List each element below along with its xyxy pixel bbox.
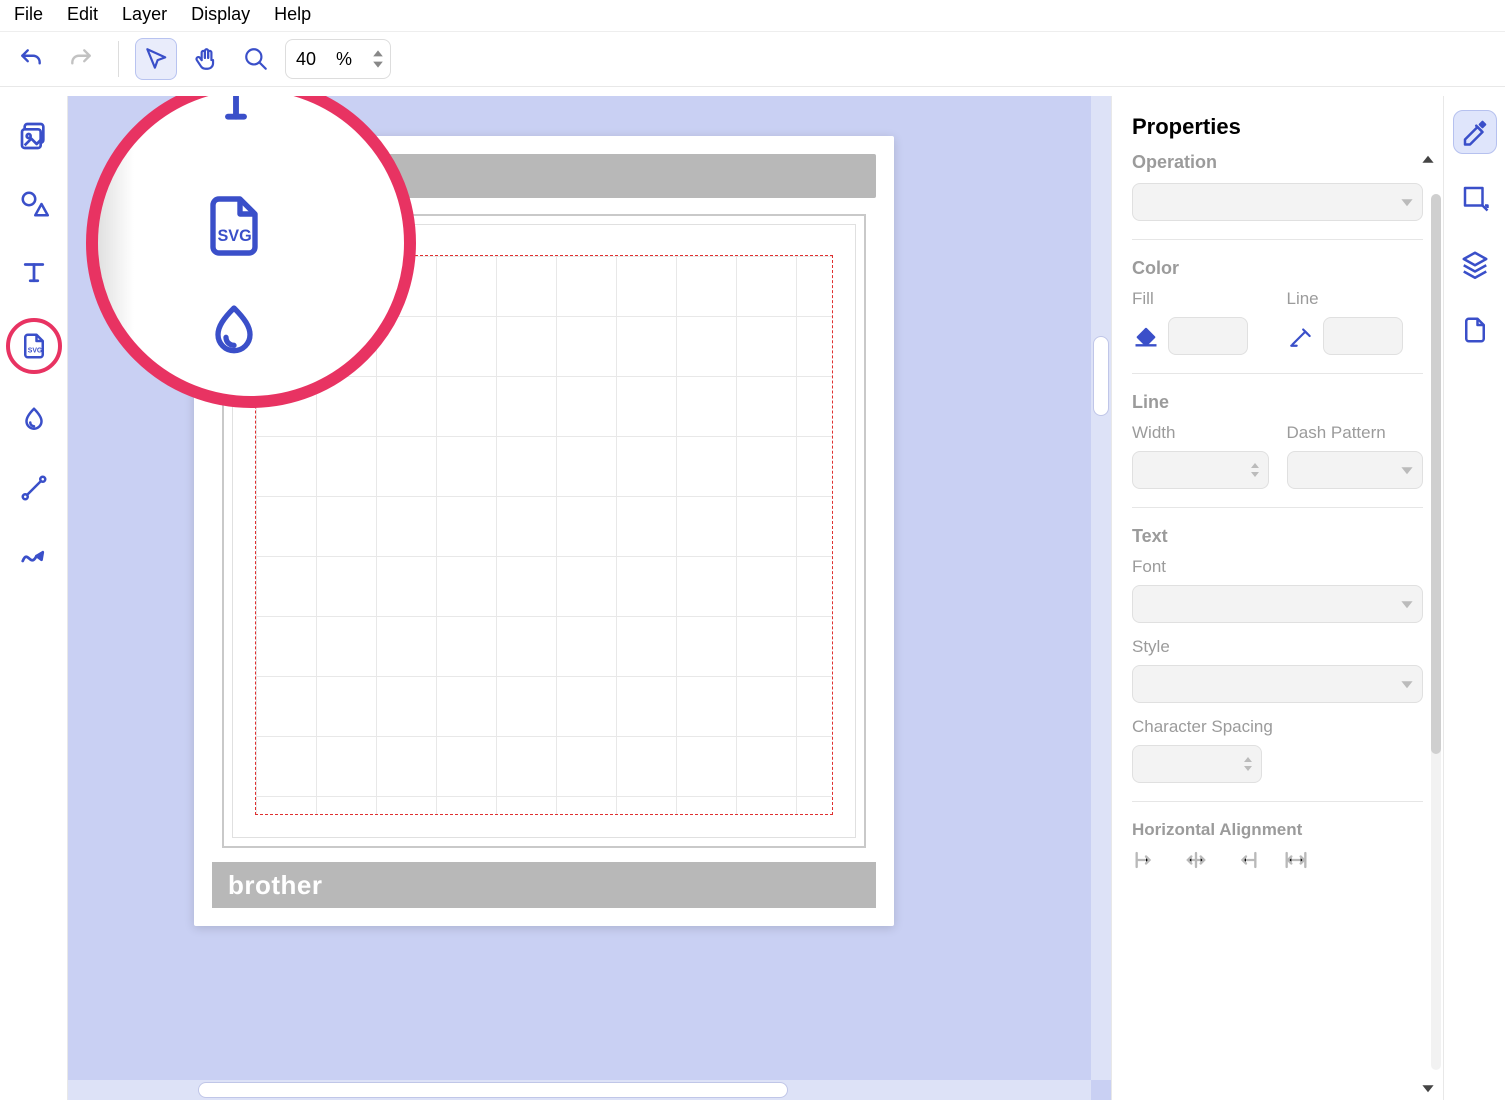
char-spacing-label: Character Spacing: [1132, 717, 1423, 737]
char-spacing-input[interactable]: [1132, 745, 1262, 783]
select-tool-button[interactable]: [135, 38, 177, 80]
menu-layer[interactable]: Layer: [122, 4, 167, 25]
redo-button[interactable]: [60, 38, 102, 80]
properties-panel: Properties Operation Color Fill Line: [1111, 96, 1443, 1100]
width-input[interactable]: [1132, 451, 1269, 489]
line-color-label: Line: [1287, 289, 1424, 309]
line-heading: Line: [1132, 392, 1423, 413]
fill-icon[interactable]: [1132, 322, 1160, 350]
operation-heading: Operation: [1132, 152, 1423, 173]
undo-button[interactable]: [10, 38, 52, 80]
panel-scrollbar[interactable]: [1431, 194, 1441, 1070]
dash-label: Dash Pattern: [1287, 423, 1424, 443]
style-select[interactable]: [1132, 665, 1423, 703]
callout-paint-icon: [202, 300, 266, 364]
vertical-scrollbar[interactable]: [1091, 96, 1111, 1080]
width-label: Width: [1132, 423, 1269, 443]
zoom-stepper[interactable]: [372, 49, 384, 69]
fill-label: Fill: [1132, 289, 1269, 309]
text-tool[interactable]: [12, 250, 56, 294]
menu-display[interactable]: Display: [191, 4, 250, 25]
menu-file[interactable]: File: [14, 4, 43, 25]
shapes-tool[interactable]: [12, 182, 56, 226]
transform-tab-button[interactable]: [1453, 176, 1497, 220]
artboard-footer: brother: [212, 862, 876, 908]
font-label: Font: [1132, 557, 1423, 577]
line-tool[interactable]: [12, 466, 56, 510]
toolbar: 40 %: [0, 32, 1505, 87]
pan-tool-button[interactable]: [185, 38, 227, 80]
menu-edit[interactable]: Edit: [67, 4, 98, 25]
document-tab-button[interactable]: [1453, 308, 1497, 352]
import-svg-tool[interactable]: SVG: [6, 318, 62, 374]
menu-help[interactable]: Help: [274, 4, 311, 25]
callout-magnifier: SVG: [86, 96, 416, 408]
callout-text-icon: [204, 96, 268, 130]
scroll-up-icon[interactable]: [1421, 154, 1435, 166]
font-select[interactable]: [1132, 585, 1423, 623]
import-image-tool[interactable]: [12, 114, 56, 158]
align-center-icon[interactable]: [1182, 848, 1210, 872]
align-right-icon[interactable]: [1232, 848, 1260, 872]
dash-select[interactable]: [1287, 451, 1424, 489]
align-justify-icon[interactable]: [1282, 848, 1310, 872]
zoom-tool-button[interactable]: [235, 38, 277, 80]
text-heading: Text: [1132, 526, 1423, 547]
svg-text:SVG: SVG: [218, 227, 252, 245]
menu-bar: File Edit Layer Display Help: [0, 0, 1505, 32]
properties-tab-button[interactable]: [1453, 110, 1497, 154]
path-tool[interactable]: [12, 534, 56, 578]
h-align-label: Horizontal Alignment: [1132, 820, 1423, 840]
operation-select[interactable]: [1132, 183, 1423, 221]
horizontal-scrollbar[interactable]: [68, 1080, 1091, 1100]
align-left-icon[interactable]: [1132, 848, 1160, 872]
zoom-unit: %: [336, 49, 352, 70]
canvas-area[interactable]: brother SVG: [68, 96, 1111, 1100]
color-heading: Color: [1132, 258, 1423, 279]
scroll-down-icon[interactable]: [1421, 1082, 1435, 1094]
right-tool-strip: [1443, 96, 1505, 1100]
style-label: Style: [1132, 637, 1423, 657]
line-color-input[interactable]: [1323, 317, 1403, 355]
zoom-input[interactable]: 40 %: [285, 39, 391, 79]
svg-text:SVG: SVG: [27, 347, 42, 354]
line-color-icon[interactable]: [1287, 322, 1315, 350]
brand-logo: brother: [228, 870, 323, 901]
left-tool-strip: SVG: [0, 96, 68, 1100]
fill-color-input[interactable]: [1168, 317, 1248, 355]
paint-tool[interactable]: [12, 398, 56, 442]
layers-tab-button[interactable]: [1453, 242, 1497, 286]
callout-svg-icon: SVG: [198, 190, 270, 262]
properties-title: Properties: [1132, 114, 1423, 140]
zoom-value: 40: [296, 49, 316, 70]
